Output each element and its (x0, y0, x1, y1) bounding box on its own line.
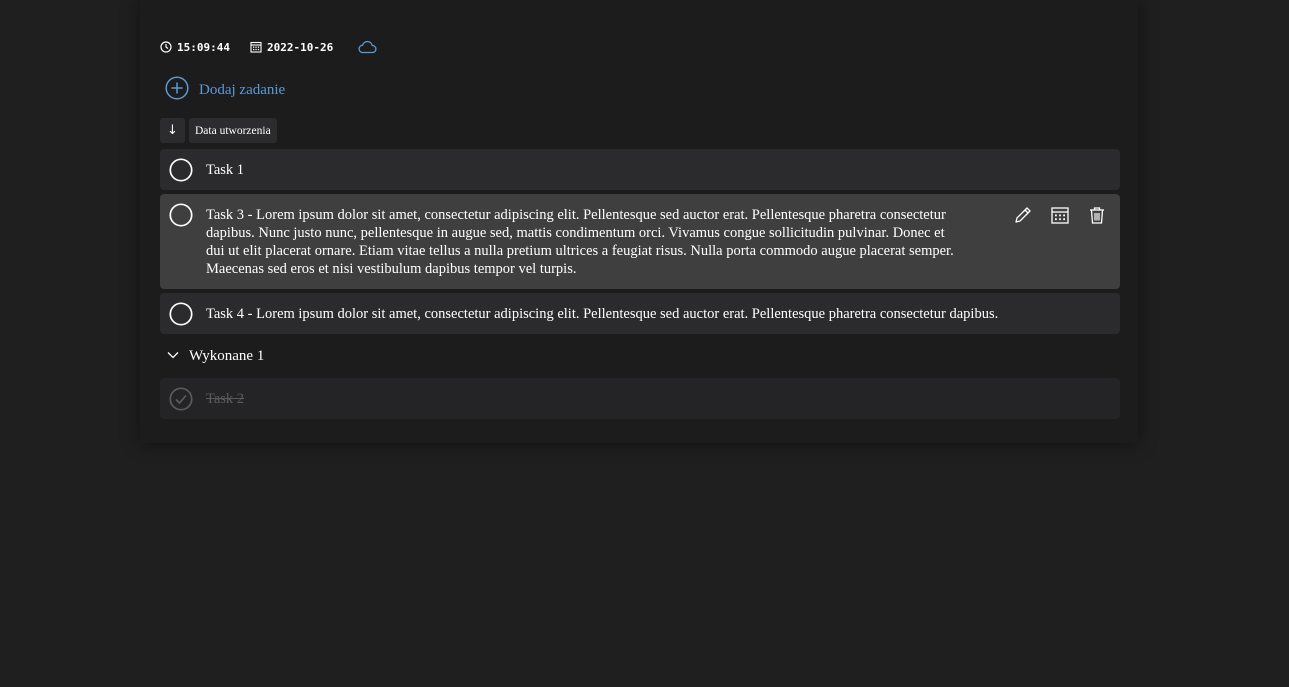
plus-circle-icon (165, 75, 189, 105)
task-checkbox-checked[interactable] (169, 387, 193, 411)
trash-icon[interactable] (1084, 204, 1110, 226)
clock-time: 15:09:44 (177, 40, 230, 54)
task-title: Task 4 - Lorem ipsum dolor sit amet, con… (206, 306, 999, 322)
completed-task-item[interactable]: Task 2 (160, 378, 1120, 419)
calendar-icon (250, 41, 262, 53)
chevron-down-icon (166, 348, 180, 365)
add-task-label: Dodaj zadanie (199, 81, 286, 98)
pencil-icon[interactable] (1010, 204, 1036, 226)
cloud-icon[interactable] (357, 40, 377, 54)
status-bar: 15:09:44 2022-10-26 (160, 38, 377, 56)
task-actions (999, 204, 1110, 226)
task-checkbox[interactable] (169, 302, 193, 326)
sort-field-button[interactable]: Data utworzenia (189, 118, 277, 143)
sort-bar: ↓ Data utworzenia (160, 118, 277, 143)
completed-section-label: Wykonane 1 (189, 347, 265, 364)
clock-icon (160, 41, 172, 53)
task-item[interactable]: Task 1 (160, 149, 1120, 190)
task-title: Task 1 (206, 162, 245, 178)
clock-status: 15:09:44 (160, 41, 230, 54)
sort-direction-button[interactable]: ↓ (160, 118, 185, 143)
task-checkbox[interactable] (169, 203, 193, 227)
current-date: 2022-10-26 (266, 40, 334, 54)
task-title: Task 3 - Lorem ipsum dolor sit amet, con… (206, 207, 954, 277)
completed-section-toggle[interactable]: Wykonane 1 (166, 345, 264, 367)
task-item[interactable]: Task 4 - Lorem ipsum dolor sit amet, con… (160, 293, 1120, 334)
task-title: Task 2 (206, 391, 245, 407)
date-status: 2022-10-26 (250, 41, 333, 54)
task-checkbox[interactable] (169, 158, 193, 182)
task-item-selected[interactable]: Task 3 - Lorem ipsum dolor sit amet, con… (160, 194, 1120, 289)
calendar-icon[interactable] (1047, 204, 1073, 226)
add-task-button[interactable]: Dodaj zadanie (165, 75, 286, 105)
